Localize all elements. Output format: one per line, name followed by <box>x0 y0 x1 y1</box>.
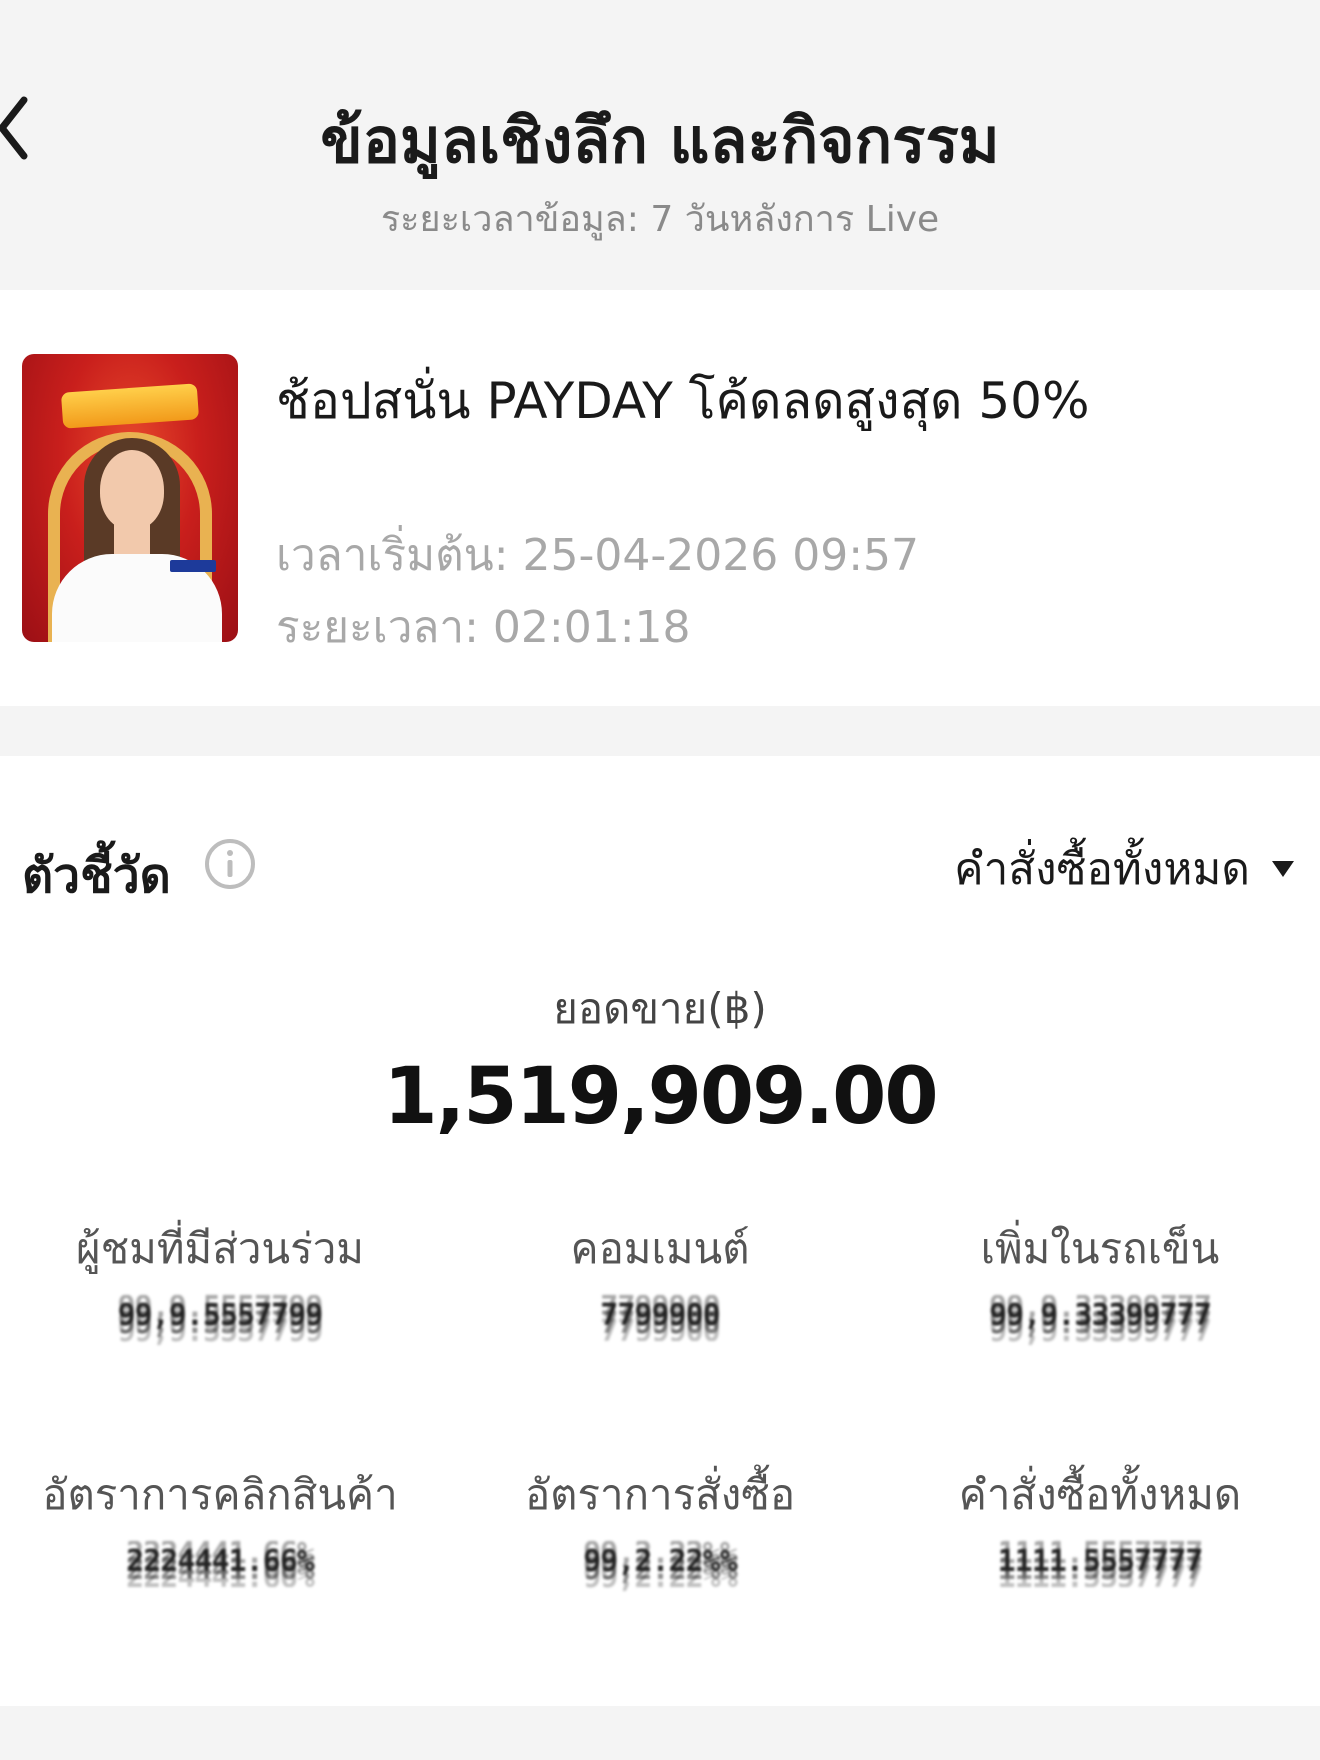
page-header: ข้อมูลเชิงลึก และกิจกรรม ระยะเวลาข้อมูล:… <box>0 0 1320 290</box>
metric-value-text: 2224441.66% <box>126 1544 315 1579</box>
thumbnail-banner <box>60 383 200 429</box>
metric-label: อัตราการคลิกสินค้า <box>42 1470 398 1519</box>
metric-total-orders: คำสั่งซื้อทั้งหมด 1111.5557777 <box>880 1462 1320 1662</box>
live-session-card[interactable]: ช้อปสนั่น PAYDAY โค้ดลดสูงสุด 50% เวลาเร… <box>0 290 1320 706</box>
live-start-time: เวลาเริ่มต้น: 25-04-2026 09:57 <box>276 530 920 581</box>
metrics-panel: ตัวชี้วัด คำสั่งซื้อทั้งหมด ยอดขาย(฿) 1,… <box>0 756 1320 1706</box>
page-subtitle: ระยะเวลาข้อมูล: 7 วันหลังการ Live <box>380 199 940 240</box>
metric-add-to-cart: เพิ่มในรถเข็น 99,9.33399777 <box>880 1216 1320 1416</box>
metric-value: 99,2.22%% <box>440 1544 880 1579</box>
order-filter-label: คำสั่งซื้อทั้งหมด <box>954 844 1250 895</box>
sales-label: ยอดขาย(฿) <box>553 984 767 1033</box>
thumbnail-name-tag <box>170 560 216 572</box>
metric-value-text: 99,9.5557799 <box>117 1298 324 1333</box>
metric-label: เพิ่มในรถเข็น <box>980 1224 1220 1273</box>
sales-value: 1,519,909.00 <box>383 1052 938 1142</box>
metric-value: 2224441.66% <box>0 1544 440 1579</box>
live-thumbnail[interactable] <box>22 354 238 642</box>
metric-value-text: 99,9.33399777 <box>989 1298 1212 1333</box>
caret-down-icon <box>1272 861 1294 877</box>
metric-value-text: 7799900 <box>600 1298 720 1333</box>
thumbnail-host-face <box>100 450 164 530</box>
order-filter-dropdown[interactable]: คำสั่งซื้อทั้งหมด <box>954 834 1294 904</box>
metric-value: 99,9.33399777 <box>880 1298 1320 1333</box>
live-title: ช้อปสนั่น PAYDAY โค้ดลดสูงสุด 50% <box>276 372 1090 430</box>
metric-product-click-rate: อัตราการคลิกสินค้า 2224441.66% <box>0 1462 440 1662</box>
metric-order-rate: อัตราการสั่งซื้อ 99,2.22%% <box>440 1462 880 1662</box>
metric-value: 99,9.5557799 <box>0 1298 440 1333</box>
page-title: ข้อมูลเชิงลึก และกิจกรรม <box>320 104 1000 177</box>
live-duration: ระยะเวลา: 02:01:18 <box>276 602 691 653</box>
metrics-label: ตัวชี้วัด <box>22 848 171 904</box>
bottom-spacer <box>0 1706 1320 1760</box>
info-icon[interactable] <box>204 838 256 890</box>
metric-value-text: 1111.5557777 <box>997 1544 1204 1579</box>
metric-engaged-viewers: ผู้ชมที่มีส่วนร่วม 99,9.5557799 <box>0 1216 440 1416</box>
metric-value: 7799900 <box>440 1298 880 1333</box>
metric-value-text: 99,2.22%% <box>583 1544 738 1579</box>
metric-label: อัตราการสั่งซื้อ <box>524 1470 796 1519</box>
metric-comments: คอมเมนต์ 7799900 <box>440 1216 880 1416</box>
metric-value: 1111.5557777 <box>880 1544 1320 1579</box>
metric-label: คอมเมนต์ <box>570 1224 750 1273</box>
metric-label: คำสั่งซื้อทั้งหมด <box>958 1470 1242 1519</box>
metric-label: ผู้ชมที่มีส่วนร่วม <box>76 1224 364 1273</box>
